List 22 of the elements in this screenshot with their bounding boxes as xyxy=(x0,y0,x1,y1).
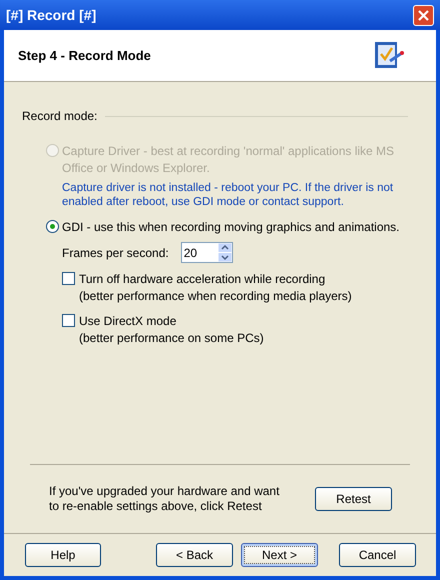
radio-label[interactable]: GDI - use this when recording moving graphics and animations. xyxy=(62,219,400,236)
cancel-button[interactable]: Cancel xyxy=(339,543,416,567)
checkbox-label[interactable]: Turn off hardware acceleration while recording xyxy=(79,271,352,288)
close-icon[interactable] xyxy=(413,4,434,26)
driver-note: Capture driver is not installed - reboot your PC. If the driver is not enabled after reboot, use GDI mode or contact support. xyxy=(61,181,394,209)
retest-text: If you've upgraded your hardware and want to re-enable settings above, click Retest xyxy=(49,484,280,514)
window-title: [#] Record [#] xyxy=(6,6,96,25)
step-title: Step 4 - Record Mode xyxy=(18,46,151,65)
wizard-button[interactable]: Next > xyxy=(241,543,318,567)
spinner-arrows-icon[interactable] xyxy=(218,243,232,262)
checkbox[interactable] xyxy=(62,272,75,285)
fps-label: Frames per second: xyxy=(62,244,169,262)
retest-button[interactable]: Retest xyxy=(315,487,392,511)
fps-spinner[interactable]: 20 xyxy=(180,242,233,263)
checkbox[interactable] xyxy=(62,314,75,327)
wizard-button[interactable]: < Back xyxy=(156,543,233,567)
checkbox-label[interactable]: Use DirectX mode xyxy=(79,313,264,330)
help-button[interactable]: Help xyxy=(25,543,101,567)
radio-button[interactable] xyxy=(46,220,59,233)
checkbox-hint: (better performance on some PCs) xyxy=(79,330,264,347)
section-label: Record mode: xyxy=(22,108,98,125)
checkbox-hint: (better performance when recording media players) xyxy=(79,288,352,305)
